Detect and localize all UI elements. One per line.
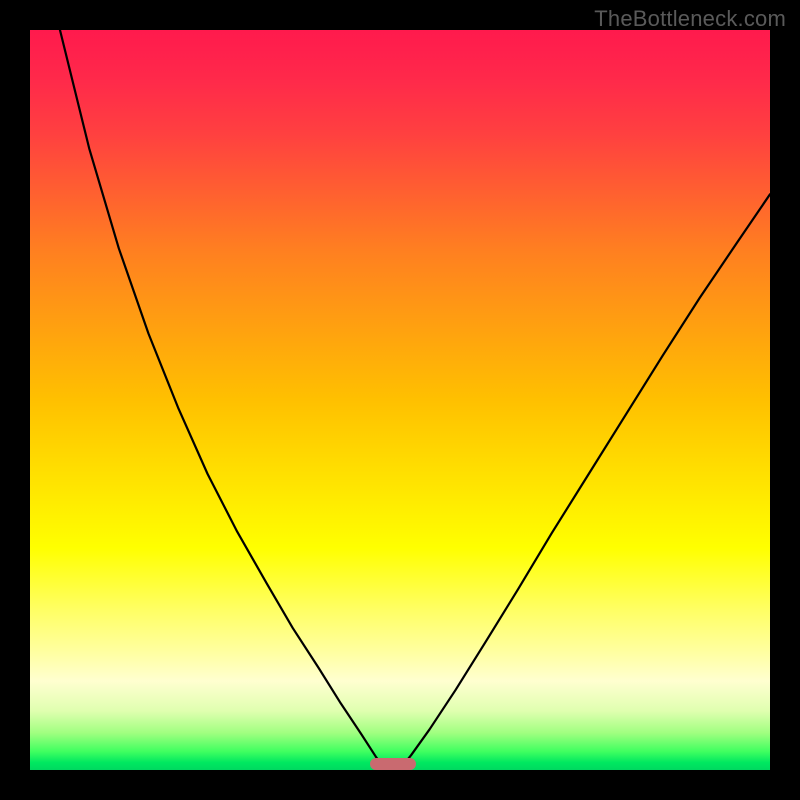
plot-gradient-background [30, 30, 770, 770]
chart-container: TheBottleneck.com [0, 0, 800, 800]
optimal-range-marker [370, 758, 416, 770]
watermark-text: TheBottleneck.com [594, 6, 786, 32]
